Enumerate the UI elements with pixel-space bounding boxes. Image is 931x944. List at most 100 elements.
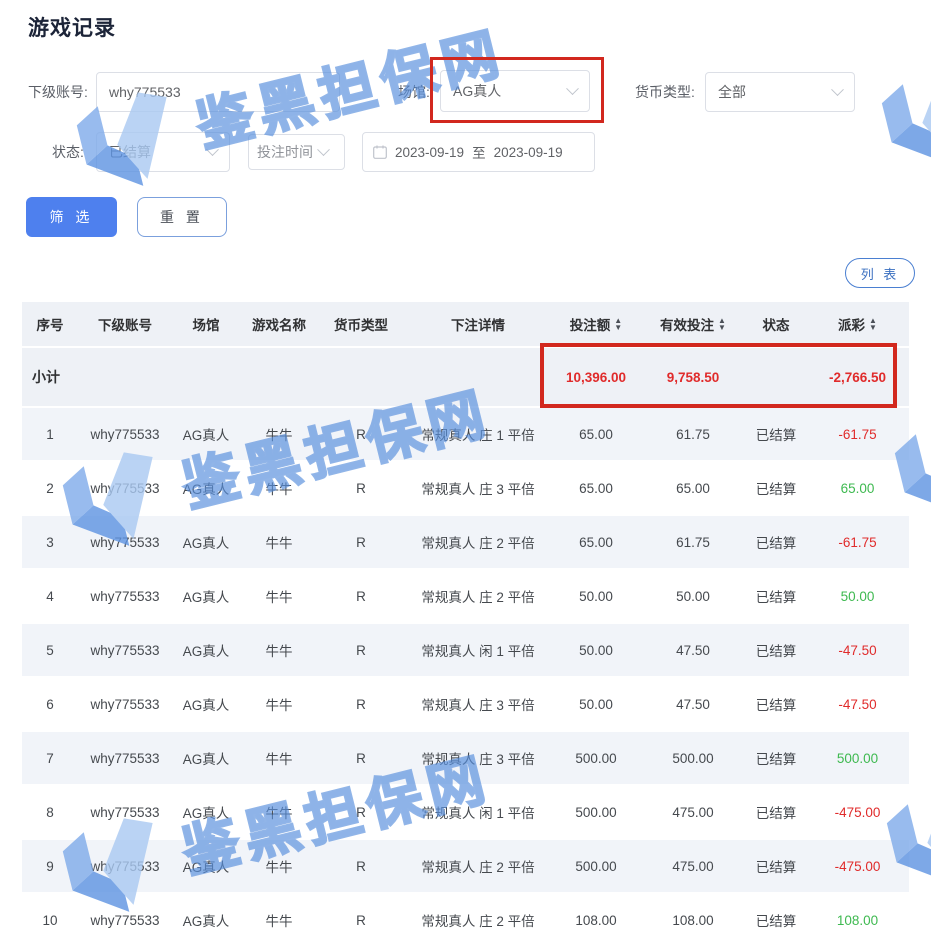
- column-header-label: 序号: [37, 314, 64, 334]
- game-records-table: 序号 下级账号 场馆 游戏名称 货币类型: [22, 300, 909, 944]
- cell-no: 2: [22, 462, 78, 514]
- cell-status: 已结算: [746, 516, 806, 568]
- cell-bet-amount: 500.00: [552, 732, 640, 784]
- cell-bet-detail: 常规真人 庄 2 平倍: [404, 840, 552, 892]
- chevron-down-icon: [206, 143, 219, 156]
- status-select-value: 已结算: [109, 142, 151, 162]
- cell-bet-detail: 常规真人 庄 2 平倍: [404, 570, 552, 622]
- cell-no: 3: [22, 516, 78, 568]
- cell-status: 已结算: [746, 840, 806, 892]
- column-header: 有效投注 ▲▼: [640, 302, 746, 346]
- cell-bet-amount: 65.00: [552, 516, 640, 568]
- table-row: 3 why775533 AG真人 牛牛 R 常规真人 庄 2 平倍 65.00 …: [22, 516, 909, 568]
- chevron-down-icon: [831, 83, 844, 96]
- page-title: 游戏记录: [28, 12, 116, 42]
- cell-no: 10: [22, 894, 78, 944]
- filter-button[interactable]: 筛 选: [26, 197, 117, 237]
- cell-game: 牛牛: [240, 462, 318, 514]
- venue-select[interactable]: AG真人: [440, 70, 590, 112]
- cell-valid-bet: 108.00: [640, 894, 746, 944]
- account-input[interactable]: why775533: [96, 72, 340, 112]
- date-end: 2023-09-19: [494, 145, 563, 160]
- column-header-label: 下注详情: [451, 314, 505, 334]
- cell-payout: -47.50: [806, 678, 909, 730]
- cell-valid-bet: 47.50: [640, 678, 746, 730]
- cell-venue: AG真人: [172, 516, 240, 568]
- cell-currency: R: [318, 678, 404, 730]
- cell-account: why775533: [78, 732, 172, 784]
- subtotal-bet-amount: 10,396.00: [552, 348, 640, 406]
- cell-venue: AG真人: [172, 786, 240, 838]
- cell-venue: AG真人: [172, 624, 240, 676]
- cell-payout: 108.00: [806, 894, 909, 944]
- cell-valid-bet: 65.00: [640, 462, 746, 514]
- cell-currency: R: [318, 894, 404, 944]
- cell-account: why775533: [78, 516, 172, 568]
- cell-account: why775533: [78, 408, 172, 460]
- column-header-label: 下级账号: [98, 314, 152, 334]
- currency-select[interactable]: 全部: [705, 72, 855, 112]
- cell-valid-bet: 50.00: [640, 570, 746, 622]
- cell-no: 4: [22, 570, 78, 622]
- chevron-down-icon: [317, 143, 330, 156]
- currency-select-value: 全部: [718, 82, 746, 102]
- venue-label: 场馆:: [398, 72, 430, 112]
- cell-currency: R: [318, 840, 404, 892]
- cell-game: 牛牛: [240, 678, 318, 730]
- table-body: 小计 10,396.00 9,758.50 -2,766.50 1 why775…: [22, 348, 909, 944]
- reset-button[interactable]: 重 置: [137, 197, 227, 237]
- cell-bet-detail: 常规真人 庄 2 平倍: [404, 894, 552, 944]
- table-row: 7 why775533 AG真人 牛牛 R 常规真人 庄 3 平倍 500.00…: [22, 732, 909, 784]
- cell-venue: AG真人: [172, 732, 240, 784]
- sort-icon[interactable]: ▲▼: [718, 318, 726, 331]
- subtotal-valid-bet: 9,758.50: [640, 348, 746, 406]
- bet-time-type-value: 投注时间: [257, 142, 313, 162]
- list-view-button[interactable]: 列 表: [845, 258, 915, 288]
- subtotal-payout: -2,766.50: [806, 348, 909, 406]
- table-row: 4 why775533 AG真人 牛牛 R 常规真人 庄 2 平倍 50.00 …: [22, 570, 909, 622]
- cell-bet-amount: 500.00: [552, 840, 640, 892]
- bet-time-type-select[interactable]: 投注时间: [248, 134, 345, 170]
- cell-status: 已结算: [746, 408, 806, 460]
- subtotal-label: 小计: [22, 348, 78, 406]
- cell-no: 9: [22, 840, 78, 892]
- cell-venue: AG真人: [172, 570, 240, 622]
- cell-account: why775533: [78, 462, 172, 514]
- cell-account: why775533: [78, 894, 172, 944]
- cell-status: 已结算: [746, 732, 806, 784]
- cell-no: 7: [22, 732, 78, 784]
- venue-select-value: AG真人: [453, 81, 501, 101]
- cell-game: 牛牛: [240, 786, 318, 838]
- cell-account: why775533: [78, 624, 172, 676]
- column-header: 下级账号: [78, 302, 172, 346]
- date-start: 2023-09-19: [395, 145, 464, 160]
- column-header-label: 状态: [763, 314, 790, 334]
- calendar-icon: [373, 145, 387, 159]
- cell-currency: R: [318, 624, 404, 676]
- game-records-page: 游戏记录 下级账号: why775533 场馆: AG真人 货币类型: 全部 状…: [0, 0, 931, 944]
- table-row: 5 why775533 AG真人 牛牛 R 常规真人 闲 1 平倍 50.00 …: [22, 624, 909, 676]
- cell-currency: R: [318, 732, 404, 784]
- cell-no: 8: [22, 786, 78, 838]
- cell-venue: AG真人: [172, 894, 240, 944]
- column-header: 游戏名称: [240, 302, 318, 346]
- column-header-label: 派彩: [838, 314, 865, 334]
- date-range-picker[interactable]: 2023-09-19 至 2023-09-19: [362, 132, 595, 172]
- cell-valid-bet: 61.75: [640, 408, 746, 460]
- cell-bet-detail: 常规真人 庄 2 平倍: [404, 516, 552, 568]
- column-header: 状态: [746, 302, 806, 346]
- sort-icon[interactable]: ▲▼: [614, 318, 622, 331]
- status-select[interactable]: 已结算: [96, 132, 230, 172]
- cell-valid-bet: 47.50: [640, 624, 746, 676]
- cell-venue: AG真人: [172, 408, 240, 460]
- cell-payout: -475.00: [806, 840, 909, 892]
- cell-bet-amount: 500.00: [552, 786, 640, 838]
- cell-bet-amount: 65.00: [552, 408, 640, 460]
- cell-bet-detail: 常规真人 庄 3 平倍: [404, 462, 552, 514]
- status-label: 状态:: [52, 132, 84, 172]
- table-row: 1 why775533 AG真人 牛牛 R 常规真人 庄 1 平倍 65.00 …: [22, 408, 909, 460]
- column-header-label: 投注额: [570, 314, 611, 334]
- cell-currency: R: [318, 408, 404, 460]
- cell-payout: 500.00: [806, 732, 909, 784]
- sort-icon[interactable]: ▲▼: [869, 318, 877, 331]
